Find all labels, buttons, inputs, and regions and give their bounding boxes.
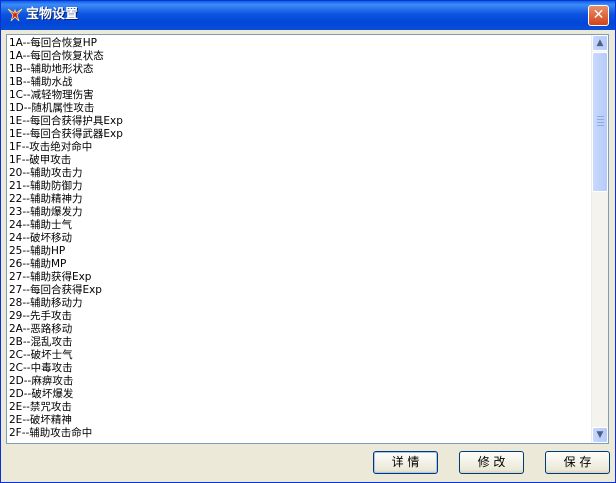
list-item[interactable]: 1E--每回合获得武器Exp [9,128,123,141]
close-icon: ✕ [592,7,605,23]
scroll-thumb[interactable] [592,52,608,192]
grip-line-icon [597,119,604,120]
list-item[interactable]: 2C--中毒攻击 [9,362,123,375]
list-item[interactable]: 2E--禁咒攻击 [9,401,123,414]
save-button[interactable]: 保 存 [545,451,610,474]
list-item[interactable]: 2C--破坏士气 [9,349,123,362]
list-item[interactable]: 20--辅助攻击力 [9,167,123,180]
list-item[interactable]: 22--辅助精神力 [9,193,123,206]
list-item[interactable]: 1A--每回合恢复HP [9,37,123,50]
details-button[interactable]: 详 情 [373,451,438,474]
app-window: 宝物设置 ✕ 1A--每回合恢复HP 1A--每回合恢复状态 1B--辅助地形状态 1… [0,0,616,483]
scroll-up-button[interactable]: ▲ [592,35,608,51]
item-list: 1A--每回合恢复HP 1A--每回合恢复状态 1B--辅助地形状态 1B--辅助水战… [9,37,123,440]
window-body: 1A--每回合恢复HP 1A--每回合恢复状态 1B--辅助地形状态 1B--辅助水战… [4,30,612,479]
list-item[interactable]: 2F--辅助攻击命中 [9,427,123,440]
list-item[interactable]: 2E--破坏精神 [9,414,123,427]
list-item[interactable]: 2D--破坏爆发 [9,388,123,401]
chevron-up-icon: ▲ [596,38,604,48]
list-item[interactable]: 27--辅助获得Exp [9,271,123,284]
list-item[interactable]: 1F--破甲攻击 [9,154,123,167]
list-item[interactable]: 26--辅助MP [9,258,123,271]
list-item[interactable]: 25--辅助HP [9,245,123,258]
list-item[interactable]: 21--辅助防御力 [9,180,123,193]
list-item[interactable]: 1B--辅助水战 [9,76,123,89]
list-item[interactable]: 2A--恶路移动 [9,323,123,336]
close-button[interactable]: ✕ [588,5,609,26]
item-listbox[interactable]: 1A--每回合恢复HP 1A--每回合恢复状态 1B--辅助地形状态 1B--辅助水战… [6,34,609,444]
list-item[interactable]: 24--破坏移动 [9,232,123,245]
list-item[interactable]: 2D--麻痹攻击 [9,375,123,388]
list-item[interactable]: 27--每回合获得Exp [9,284,123,297]
list-item[interactable]: 28--辅助移动力 [9,297,123,310]
app-logo-icon [7,8,23,22]
modify-button[interactable]: 修 改 [459,451,524,474]
list-item[interactable]: 23--辅助爆发力 [9,206,123,219]
chevron-down-icon: ▼ [596,430,604,440]
window-title: 宝物设置 [26,7,79,22]
grip-line-icon [597,125,604,126]
list-item[interactable]: 29--先手攻击 [9,310,123,323]
list-item[interactable]: 2B--混乱攻击 [9,336,123,349]
grip-line-icon [597,116,604,117]
list-item[interactable]: 1D--随机属性攻击 [9,102,123,115]
vertical-scrollbar[interactable]: ▲ ▼ [591,35,608,443]
list-item[interactable]: 24--辅助士气 [9,219,123,232]
list-item[interactable]: 1B--辅助地形状态 [9,63,123,76]
list-item[interactable]: 1A--每回合恢复状态 [9,50,123,63]
scroll-down-button[interactable]: ▼ [592,427,608,443]
list-item[interactable]: 1F--攻击绝对命中 [9,141,123,154]
list-item[interactable]: 1E--每回合获得护具Exp [9,115,123,128]
title-bar[interactable]: 宝物设置 ✕ [1,1,615,30]
list-item[interactable]: 1C--减轻物理伤害 [9,89,123,102]
grip-line-icon [597,122,604,123]
